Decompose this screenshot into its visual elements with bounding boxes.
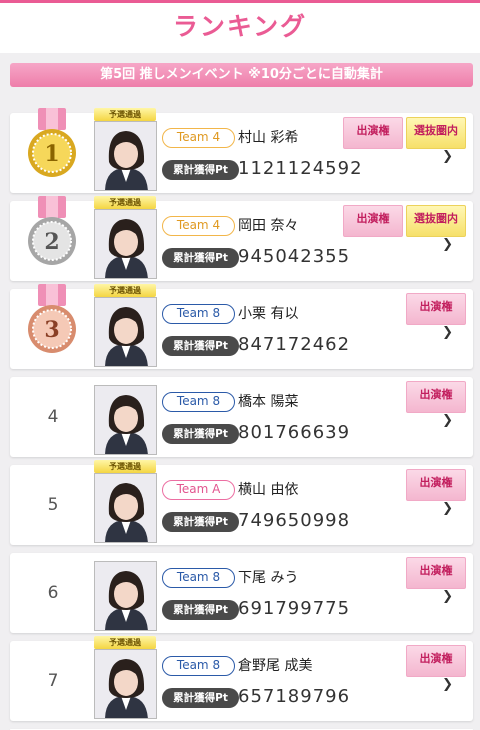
member-name: 横山 由依 xyxy=(238,482,299,498)
rank-number: 2 xyxy=(44,229,59,255)
avatar-icon xyxy=(95,474,156,542)
appearance-right-badge: 出演権 xyxy=(406,469,466,501)
avatar-icon xyxy=(95,298,156,366)
appearance-right-badge: 出演権 xyxy=(406,381,466,413)
team-badge: Team A xyxy=(162,480,235,500)
chevron-right-icon[interactable]: ❯ xyxy=(442,149,453,164)
member-photo[interactable] xyxy=(94,473,157,543)
avatar-icon xyxy=(95,650,156,718)
appearance-right-badge: 出演権 xyxy=(406,645,466,677)
senbatsu-badge: 選抜圏内 xyxy=(406,117,466,149)
avatar-icon xyxy=(95,122,156,190)
points-value: 801766639 xyxy=(238,422,351,443)
points-value: 847172462 xyxy=(238,334,351,355)
points-label: 累計獲得Pt xyxy=(162,336,239,356)
event-banner: 第5回 推しメンイベント ※10分ごとに自動集計 xyxy=(10,63,473,87)
ranking-card[interactable]: 4 Team 8 橋本 陽菜累計獲得Pt 801766639 出演権 ❯ xyxy=(10,377,473,457)
member-photo[interactable] xyxy=(94,209,157,279)
ranking-card[interactable]: 2 予選通過 Team 4 岡田 奈々累計獲得Pt 945042355 出演権 選抜圏内 ❯ xyxy=(10,196,473,281)
rank-medal-icon: 2 xyxy=(28,196,76,265)
chevron-right-icon[interactable]: ❯ xyxy=(442,501,453,516)
member-name: 岡田 奈々 xyxy=(238,218,299,234)
ranking-card[interactable]: 3 予選通過 Team 8 小栗 有以累計獲得Pt 847172462 出演権 ❯ xyxy=(10,284,473,369)
rank-number: 6 xyxy=(47,583,59,603)
page-title: ランキング xyxy=(0,3,480,53)
chevron-right-icon[interactable]: ❯ xyxy=(442,589,453,604)
prelim-passed-badge: 予選通過 xyxy=(94,636,156,649)
team-badge: Team 4 xyxy=(162,128,235,148)
member-name: 村山 彩希 xyxy=(238,130,299,146)
ranking-card[interactable]: 5 予選通過 Team A 横山 由依累計獲得Pt 749650998 出演権 ❯ xyxy=(10,460,473,545)
member-photo[interactable] xyxy=(94,385,157,455)
ranking-card[interactable]: 7 予選通過 Team 8 倉野尾 成美累計獲得Pt 657189796 出演権 ❯ xyxy=(10,636,473,721)
points-value: 691799775 xyxy=(238,598,351,619)
prelim-passed-badge: 予選通過 xyxy=(94,196,156,209)
chevron-right-icon[interactable]: ❯ xyxy=(442,325,453,340)
member-name: 小栗 有以 xyxy=(238,306,299,322)
appearance-right-badge: 出演権 xyxy=(406,293,466,325)
rank-medal-icon: 1 xyxy=(28,108,76,177)
points-value: 1121124592 xyxy=(238,158,363,179)
appearance-right-badge: 出演権 xyxy=(343,117,403,149)
rank-number: 3 xyxy=(44,317,59,343)
avatar-icon xyxy=(95,562,156,630)
member-photo[interactable] xyxy=(94,561,157,631)
points-label: 累計獲得Pt xyxy=(162,688,239,708)
prelim-passed-badge: 予選通過 xyxy=(94,284,156,297)
rank-number: 5 xyxy=(47,495,59,515)
points-value: 749650998 xyxy=(238,510,351,531)
appearance-right-badge: 出演権 xyxy=(406,557,466,589)
points-value: 945042355 xyxy=(238,246,351,267)
chevron-right-icon[interactable]: ❯ xyxy=(442,237,453,252)
ranking-card[interactable]: 6 Team 8 下尾 みう累計獲得Pt 691799775 出演権 ❯ xyxy=(10,553,473,633)
member-photo[interactable] xyxy=(94,649,157,719)
points-label: 累計獲得Pt xyxy=(162,424,239,444)
team-badge: Team 8 xyxy=(162,656,235,676)
member-name: 橋本 陽菜 xyxy=(238,394,299,410)
senbatsu-badge: 選抜圏内 xyxy=(406,205,466,237)
appearance-right-badge: 出演権 xyxy=(343,205,403,237)
rank-medal-icon: 3 xyxy=(28,284,76,353)
member-name: 倉野尾 成美 xyxy=(238,658,313,674)
prelim-passed-badge: 予選通過 xyxy=(94,108,156,121)
ranking-card[interactable]: 1 予選通過 Team 4 村山 彩希累計獲得Pt 1121124592 出演権 選抜圏内 ❯ xyxy=(10,108,473,193)
points-label: 累計獲得Pt xyxy=(162,512,239,532)
chevron-right-icon[interactable]: ❯ xyxy=(442,413,453,428)
points-label: 累計獲得Pt xyxy=(162,160,239,180)
rank-number: 1 xyxy=(44,141,59,167)
team-badge: Team 8 xyxy=(162,304,235,324)
points-value: 657189796 xyxy=(238,686,351,707)
member-photo[interactable] xyxy=(94,297,157,367)
points-label: 累計獲得Pt xyxy=(162,600,239,620)
team-badge: Team 8 xyxy=(162,392,235,412)
member-photo[interactable] xyxy=(94,121,157,191)
avatar-icon xyxy=(95,386,156,454)
points-label: 累計獲得Pt xyxy=(162,248,239,268)
chevron-right-icon[interactable]: ❯ xyxy=(442,677,453,692)
team-badge: Team 8 xyxy=(162,568,235,588)
rank-number: 7 xyxy=(47,671,59,691)
team-badge: Team 4 xyxy=(162,216,235,236)
rank-number: 4 xyxy=(47,407,59,427)
member-name: 下尾 みう xyxy=(238,570,299,586)
prelim-passed-badge: 予選通過 xyxy=(94,460,156,473)
avatar-icon xyxy=(95,210,156,278)
